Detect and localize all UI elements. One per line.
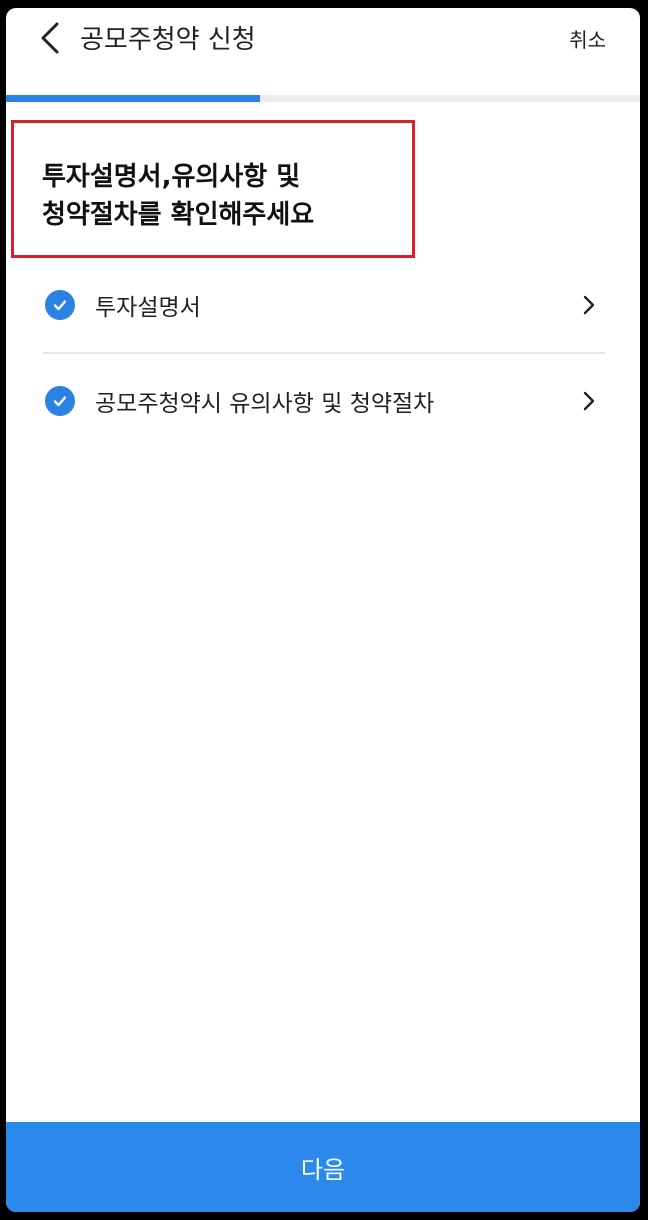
document-list: 투자설명서 공모주청약시 유의사항 및 청약절차	[43, 258, 605, 448]
progress-fill	[6, 95, 260, 102]
headline: 투자설명서,유의사항 및 청약절차를 확인해주세요	[42, 158, 314, 234]
next-button[interactable]: 다음	[6, 1122, 640, 1212]
app-screen: 공모주청약 신청 취소 투자설명서,유의사항 및 청약절차를 확인해주세요 투자…	[6, 8, 640, 1212]
chevron-left-icon	[39, 21, 61, 59]
check-circle-icon	[45, 290, 75, 320]
chevron-right-icon	[577, 293, 601, 317]
list-item-label: 투자설명서	[95, 295, 201, 321]
headline-line-1: 투자설명서,유의사항 및	[42, 162, 301, 192]
check-circle-icon	[45, 386, 75, 416]
list-item-notice-procedure[interactable]: 공모주청약시 유의사항 및 청약절차	[43, 352, 605, 448]
back-button[interactable]	[34, 20, 66, 60]
progress-bar	[6, 95, 640, 102]
page-title: 공모주청약 신청	[80, 25, 256, 55]
headline-line-2: 청약절차를 확인해주세요	[42, 200, 315, 230]
chevron-right-icon	[577, 389, 601, 413]
header: 공모주청약 신청 취소	[6, 8, 640, 80]
cancel-button[interactable]: 취소	[569, 22, 606, 58]
list-item-label: 공모주청약시 유의사항 및 청약절차	[95, 391, 435, 417]
list-item-prospectus[interactable]: 투자설명서	[43, 258, 605, 352]
